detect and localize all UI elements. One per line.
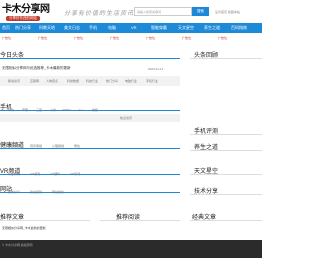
ad-row: 广告位 广告位 广告位 广告位 广告位 广告位 广告位 — [0, 35, 262, 43]
phone-tag[interactable]: 小米 — [50, 108, 56, 112]
nav-item-pc[interactable]: 电脑 — [108, 23, 116, 33]
recommend-item[interactable]: 无限相似分享网_卡木最新的更新 — [2, 226, 46, 230]
divider — [0, 192, 180, 193]
phone-subtitle: 热点资讯 — [120, 116, 133, 120]
health-tag[interactable]: 心理保健 — [52, 144, 64, 148]
phone-tag[interactable]: OPPO — [62, 108, 71, 112]
divider — [190, 194, 262, 195]
featured-article-title[interactable]: 无限相似分享网与优选推荐_卡木最新的更新 — [2, 66, 70, 71]
divider — [0, 174, 180, 175]
divider — [0, 220, 90, 221]
ad-slot[interactable]: 广告位 — [218, 36, 227, 40]
search-input[interactable]: 请输入搜索关键词 — [134, 7, 192, 16]
nav-item-phone[interactable]: 手机 — [89, 23, 97, 33]
main-nav: 首页 热门分享 科教天地 美文日志 手机 电脑 VR 智能穿戴 天文星空 养生之… — [0, 23, 262, 33]
divider — [190, 174, 262, 175]
tag-link[interactable]: 互联网 — [30, 79, 39, 83]
website-tag[interactable]: 建站经验 — [30, 190, 42, 194]
ad-slot[interactable]: 广告位 — [74, 36, 83, 40]
footer-text: © 卡木分享网 版权所有 — [2, 243, 33, 247]
site-logo[interactable]: 卡木分享网 分享好东西的网站 — [2, 4, 58, 22]
ad-slot[interactable]: 广告位 — [182, 36, 191, 40]
header: 卡木分享网 分享好东西的网站 分享有价值的生活资讯 请输入搜索关键词 搜索 设为… — [0, 0, 262, 22]
nav-item-home[interactable]: 首页 — [2, 23, 10, 33]
tag-link[interactable]: 热门分享 — [106, 79, 118, 83]
divider — [0, 58, 180, 59]
logo-text: 卡木分享网 — [2, 4, 50, 15]
phone-subbar — [0, 114, 180, 122]
tag-link[interactable]: 科技行业 — [86, 79, 98, 83]
divider — [190, 150, 262, 151]
website-tag[interactable]: 技术分享 — [8, 190, 20, 194]
nav-item-astronomy[interactable]: 天文星空 — [178, 23, 194, 33]
nav-item-science[interactable]: 科教天地 — [39, 23, 55, 33]
tag-link[interactable]: 手机行业 — [146, 79, 158, 83]
vr-tag[interactable]: VR硬件 — [50, 172, 60, 176]
divider — [190, 220, 262, 221]
nav-item-essay[interactable]: 美文日志 — [64, 23, 80, 33]
ad-slot[interactable]: 广告位 — [2, 36, 11, 40]
phone-tag[interactable]: 三星 — [36, 108, 42, 112]
divider — [0, 148, 180, 149]
ad-slot[interactable]: 广告位 — [110, 36, 119, 40]
search-button[interactable]: 搜索 — [192, 7, 209, 16]
divider — [190, 134, 262, 135]
header-slogan: 分享有价值的生活资讯 — [64, 11, 135, 17]
footer: © 卡木分享网 版权所有 — [0, 240, 262, 258]
nav-item-wearable[interactable]: 智能穿戴 — [151, 23, 167, 33]
nav-item-vr[interactable]: VR — [131, 23, 137, 33]
tag-link[interactable]: 电脑行业 — [125, 79, 137, 83]
phone-tag[interactable]: 苹果 — [22, 108, 28, 112]
phone-tag[interactable]: 华为 — [8, 108, 14, 112]
health-tag[interactable]: 两性 — [74, 144, 80, 148]
nav-item-hot[interactable]: 热门分享 — [15, 23, 31, 33]
featured-article-date: 2023-01-11 — [148, 67, 164, 71]
phone-tag[interactable]: vivo — [78, 108, 83, 112]
logo-subtitle: 分享好东西的网站 — [6, 16, 40, 21]
website-tag[interactable]: 网站优化 — [52, 190, 64, 194]
ad-slot[interactable]: 广告位 — [38, 36, 47, 40]
tag-link[interactable]: 移动资讯 — [8, 79, 20, 83]
divider — [100, 220, 180, 221]
nav-item-health[interactable]: 养生之道 — [204, 23, 220, 33]
phone-tag[interactable]: 魅族 — [92, 108, 98, 112]
tag-link[interactable]: 科技数据 — [67, 79, 79, 83]
vr-tag[interactable]: VR游戏 — [30, 172, 40, 176]
vr-tag[interactable]: 行业新闻 — [8, 172, 20, 176]
divider — [190, 58, 262, 59]
health-tag[interactable]: 营养保健 — [30, 144, 42, 148]
tag-link[interactable]: 人物观点 — [46, 79, 58, 83]
top-links[interactable]: 设为首页 收藏本站 — [215, 10, 240, 14]
health-tag[interactable]: 男性健康 — [8, 144, 20, 148]
ad-slot[interactable]: 广告位 — [146, 36, 155, 40]
vr-tag[interactable]: VR影视 — [70, 172, 80, 176]
nav-item-guide[interactable]: 百科指南 — [231, 23, 247, 33]
